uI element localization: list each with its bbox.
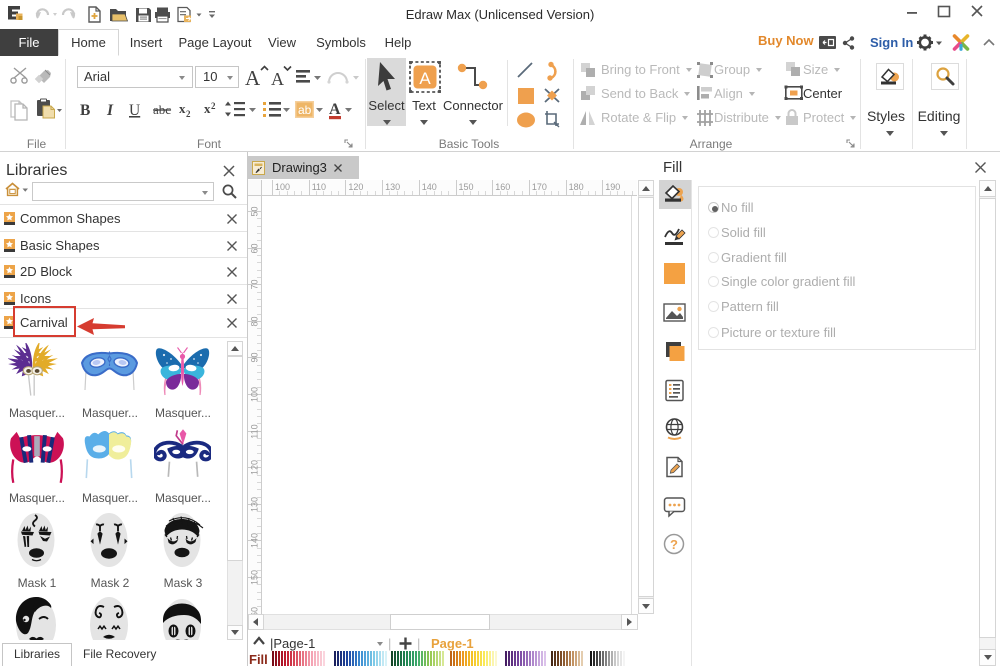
svg-text:?: ? [670, 537, 678, 552]
svg-text:U: U [129, 102, 140, 119]
svg-text:2: 2 [186, 109, 191, 119]
svg-text:2: 2 [211, 101, 216, 111]
svg-text:x: x [179, 101, 186, 116]
svg-text:A: A [245, 66, 261, 90]
svg-text:Sign In: Sign In [870, 35, 913, 50]
svg-text:B: B [80, 102, 90, 119]
svg-text:I: I [106, 102, 114, 119]
svg-text:A: A [329, 101, 341, 118]
svg-text:abc: abc [153, 102, 171, 117]
svg-text:x: x [204, 101, 211, 116]
svg-text:ab: ab [298, 103, 312, 117]
svg-text:A: A [419, 69, 431, 88]
svg-text:A: A [271, 69, 284, 89]
